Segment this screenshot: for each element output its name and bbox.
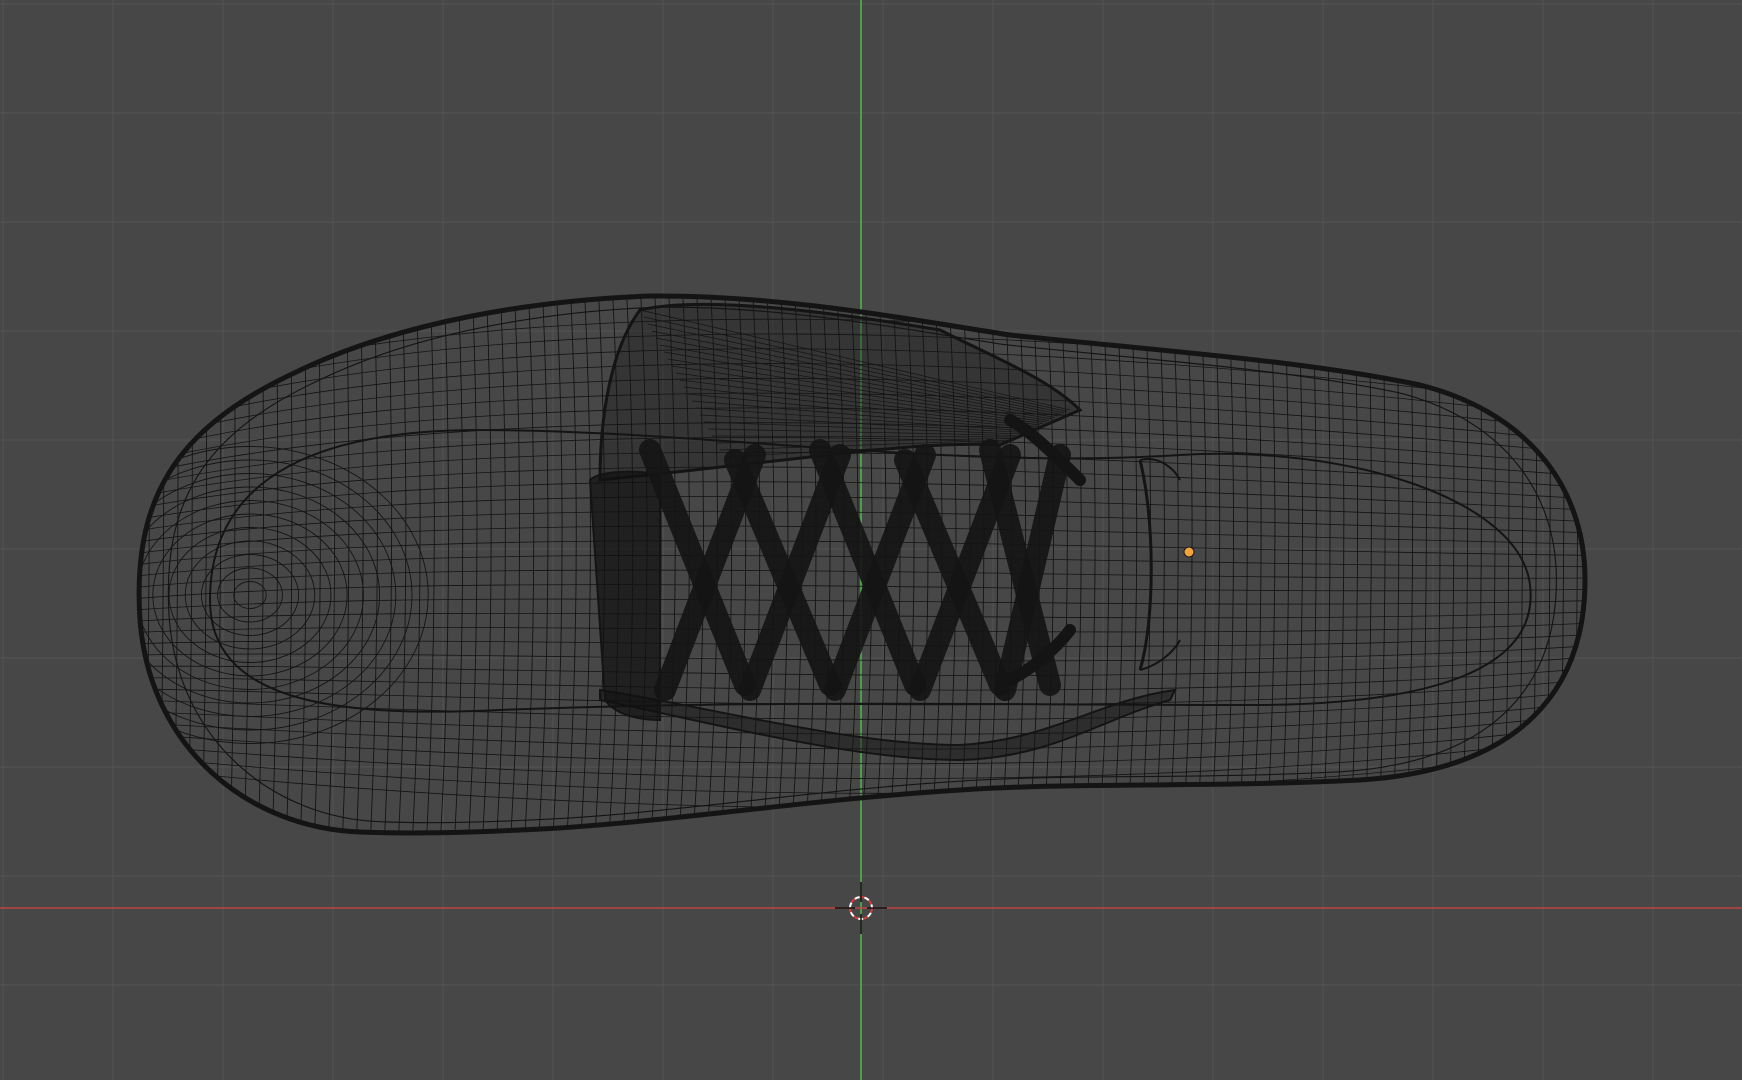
mesh-edge-ring: [139, 451, 1585, 499]
mesh-edge-loop: [383, 295, 393, 834]
3d-viewport[interactable]: [0, 0, 1742, 1080]
mesh-edge-loop: [1111, 295, 1124, 834]
mesh-edge-loop: [551, 295, 563, 834]
mesh-edge-loop: [1517, 295, 1524, 834]
mesh-edge-loop: [145, 295, 151, 834]
mesh-edge-loop: [579, 295, 591, 834]
mesh-edge-loop: [1237, 295, 1248, 834]
mesh-edge-loop: [229, 295, 236, 834]
mesh-edge-loop: [495, 295, 506, 834]
mesh-edge-loop: [1489, 295, 1496, 834]
mesh-edge-loop: [523, 295, 535, 834]
mesh-edge-loop: [439, 295, 449, 834]
heel-ring: [217, 567, 283, 623]
mesh-edge-loop: [1559, 295, 1565, 834]
mesh-edge-loop: [327, 295, 336, 834]
mesh-edge-loop: [1433, 295, 1441, 834]
mesh-edge-loop: [453, 295, 464, 834]
mesh-edge-loop: [1195, 295, 1207, 834]
mesh-edge-loop: [257, 295, 264, 834]
mesh-edge-loop: [1349, 295, 1359, 834]
heel-ring: [139, 486, 381, 704]
mesh-edge-loop: [467, 295, 478, 834]
mesh-edge-loop: [1055, 295, 1068, 834]
mesh-edge-loop: [1125, 295, 1138, 834]
mesh-edge-loop: [1153, 295, 1165, 834]
mesh-edge-ring: [139, 667, 1585, 691]
mesh-edge-loop: [369, 295, 378, 834]
object-origin-dot[interactable]: [1183, 546, 1195, 558]
mesh-edge-loop: [159, 295, 165, 834]
mesh-edge-loop: [425, 295, 435, 834]
heel-ring: [139, 473, 397, 717]
lace-segment: [809, 439, 926, 696]
mesh-edge-loop: [1083, 295, 1096, 834]
heel-ring: [233, 581, 267, 609]
mesh-edge-loop: [1139, 295, 1151, 834]
mesh-edge-loop: [285, 295, 293, 834]
mesh-edge-loop: [1475, 295, 1482, 834]
mesh-edge-loop: [1265, 295, 1276, 834]
mesh-edge-loop: [1573, 295, 1579, 834]
lace-bar-left: [588, 470, 661, 722]
mesh-edge-loop: [1503, 295, 1510, 834]
viewport-grid: [0, 0, 1742, 1080]
mesh-edge-loop: [1167, 295, 1179, 834]
mesh-edge-loop: [187, 295, 193, 834]
mesh-edge-loop: [537, 295, 549, 834]
viewport-canvas[interactable]: [0, 0, 1742, 1080]
mesh-edge-loop: [509, 295, 520, 834]
mesh-edge-loop: [1335, 295, 1345, 834]
mesh-edge-loop: [243, 295, 250, 834]
mesh-edge-ring: [139, 655, 1585, 676]
shoe-wireframe-mesh[interactable]: [72, 280, 1600, 850]
mesh-edge-loop: [1223, 295, 1234, 834]
mesh-edge-ring: [139, 481, 1585, 522]
mesh-edge-loop: [1545, 295, 1551, 834]
mesh-edge-loop: [1461, 295, 1469, 834]
mesh-edge-loop: [341, 295, 350, 834]
lace-segment: [639, 439, 756, 696]
mesh-edge-loop: [1531, 295, 1537, 834]
mesh-edge-loop: [565, 295, 577, 834]
heel-ring: [184, 540, 316, 650]
mesh-edge-loop: [1251, 295, 1262, 834]
mesh-edge-loop: [481, 295, 492, 834]
mesh-edge-loop: [1069, 295, 1082, 834]
